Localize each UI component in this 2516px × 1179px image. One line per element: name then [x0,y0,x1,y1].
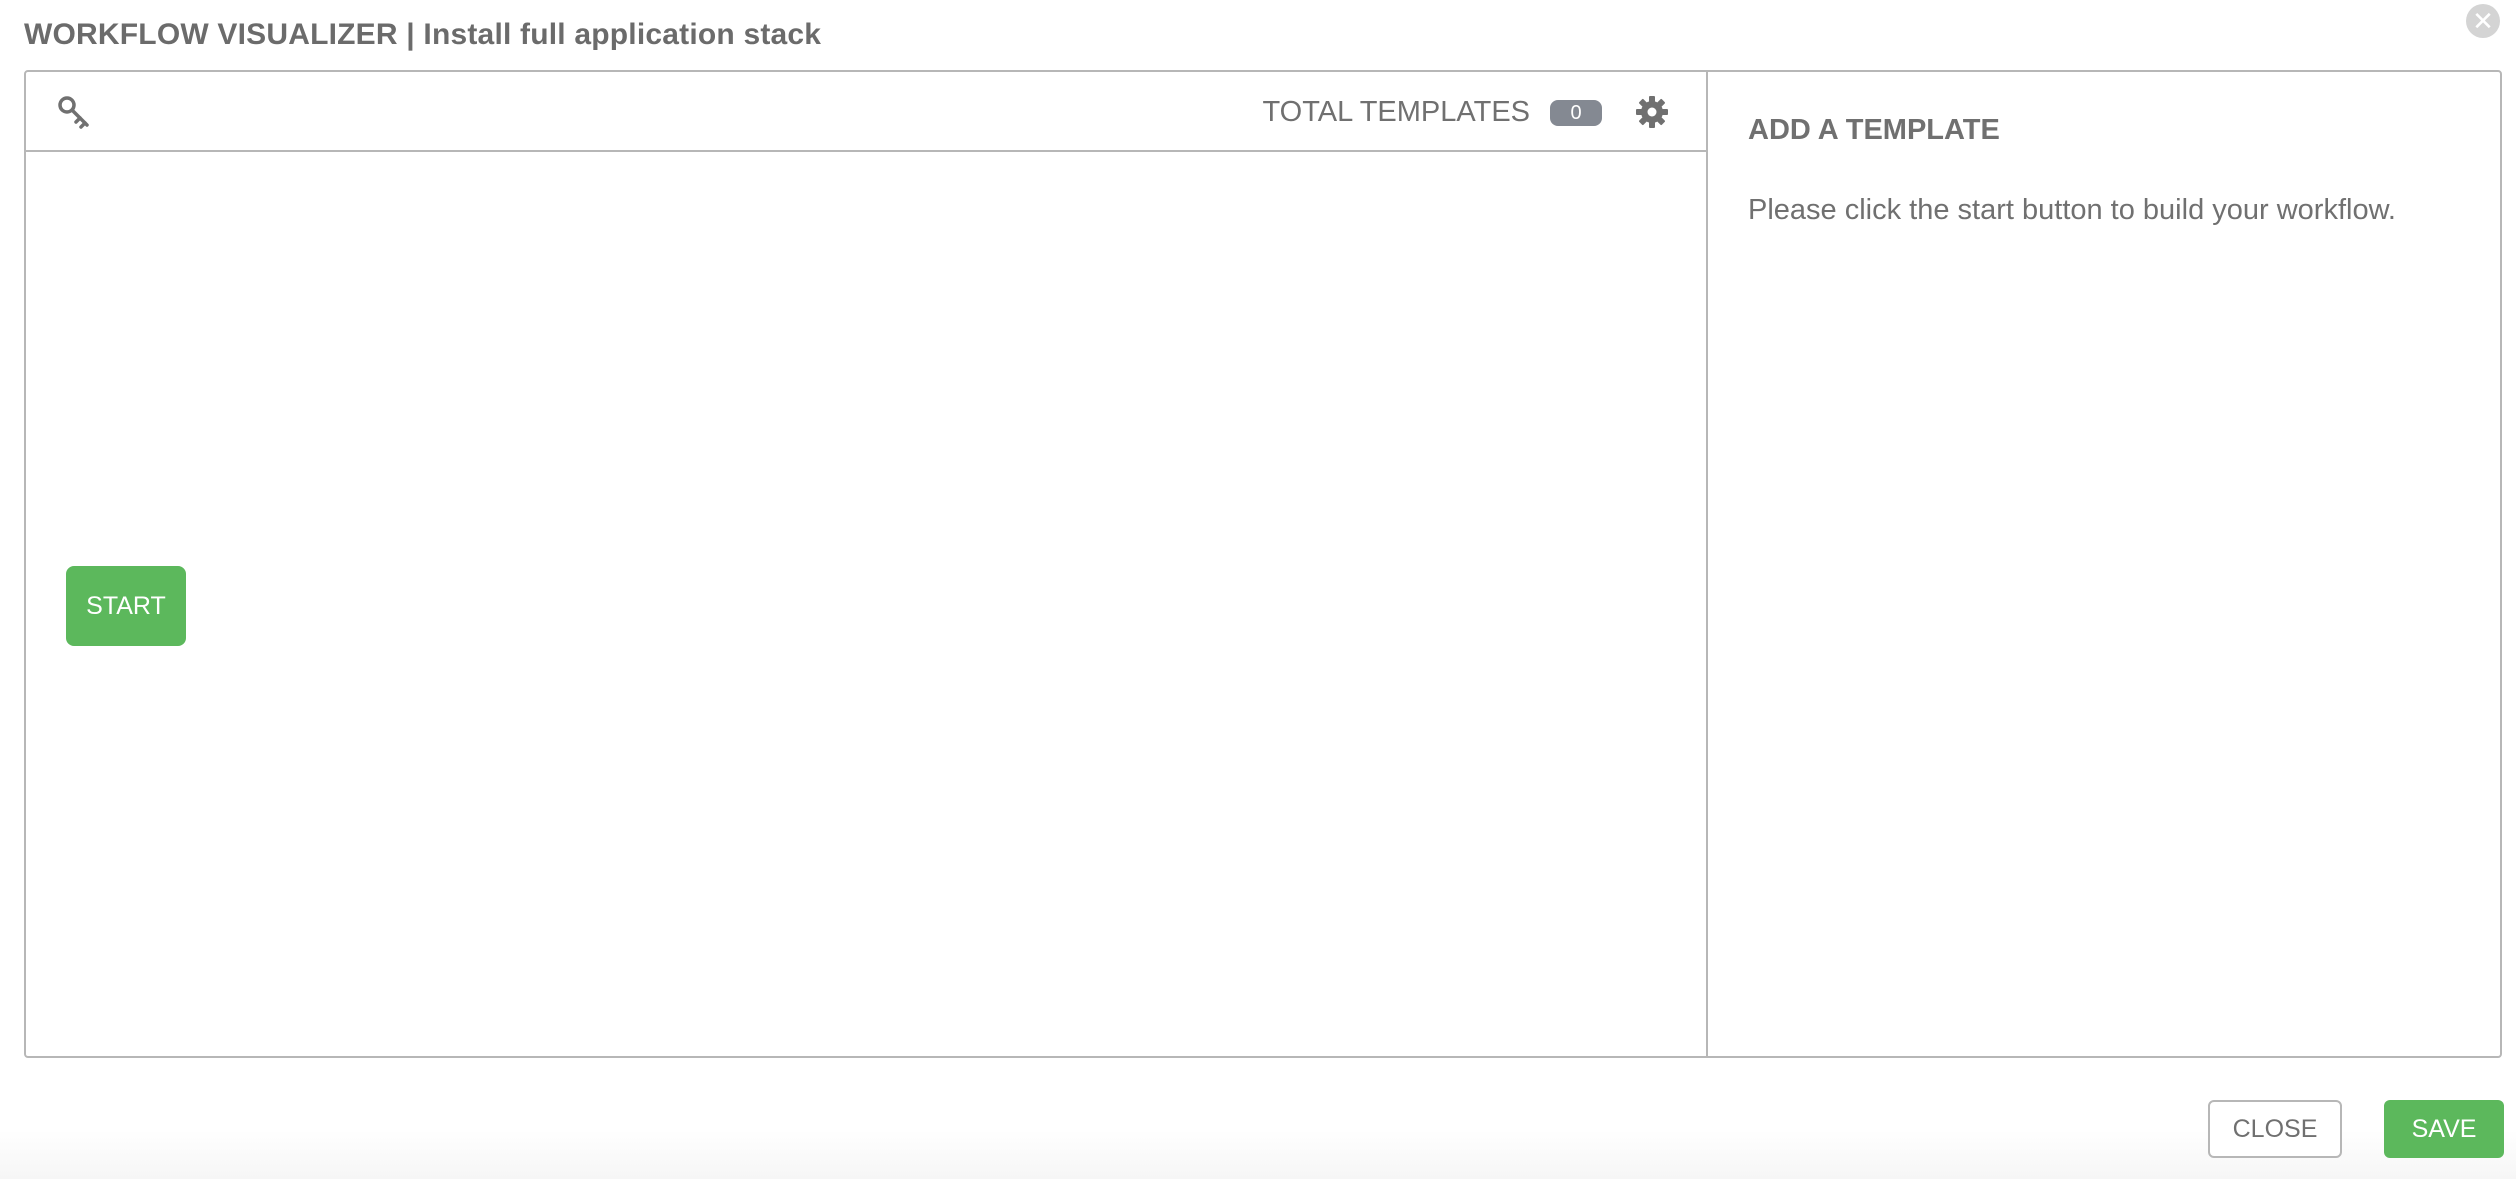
total-templates-label: TOTAL TEMPLATES [1262,96,1530,128]
close-button[interactable]: CLOSE [2208,1100,2342,1158]
gear-icon[interactable] [1634,94,1670,130]
save-button[interactable]: SAVE [2384,1100,2504,1158]
close-icon[interactable]: ✕ [2466,4,2500,38]
visualizer-frame: TOTAL TEMPLATES 0 START ADD A TEMPLATE P… [24,70,2502,1058]
footer-shade [0,1130,2516,1179]
key-icon[interactable] [56,94,92,130]
total-templates-count-badge: 0 [1550,100,1602,126]
start-button[interactable]: START [66,566,186,646]
canvas-toolbar: TOTAL TEMPLATES 0 [26,72,1706,152]
workflow-canvas[interactable]: TOTAL TEMPLATES 0 START [26,72,1708,1056]
add-template-panel: ADD A TEMPLATE Please click the start bu… [1708,72,2500,1056]
panel-heading: ADD A TEMPLATE [1748,114,2000,146]
workflow-visualizer-modal: WORKFLOW VISUALIZER | Install full appli… [0,0,2516,1179]
modal-title: WORKFLOW VISUALIZER | Install full appli… [24,18,822,51]
panel-instructions: Please click the start button to build y… [1748,194,2396,226]
